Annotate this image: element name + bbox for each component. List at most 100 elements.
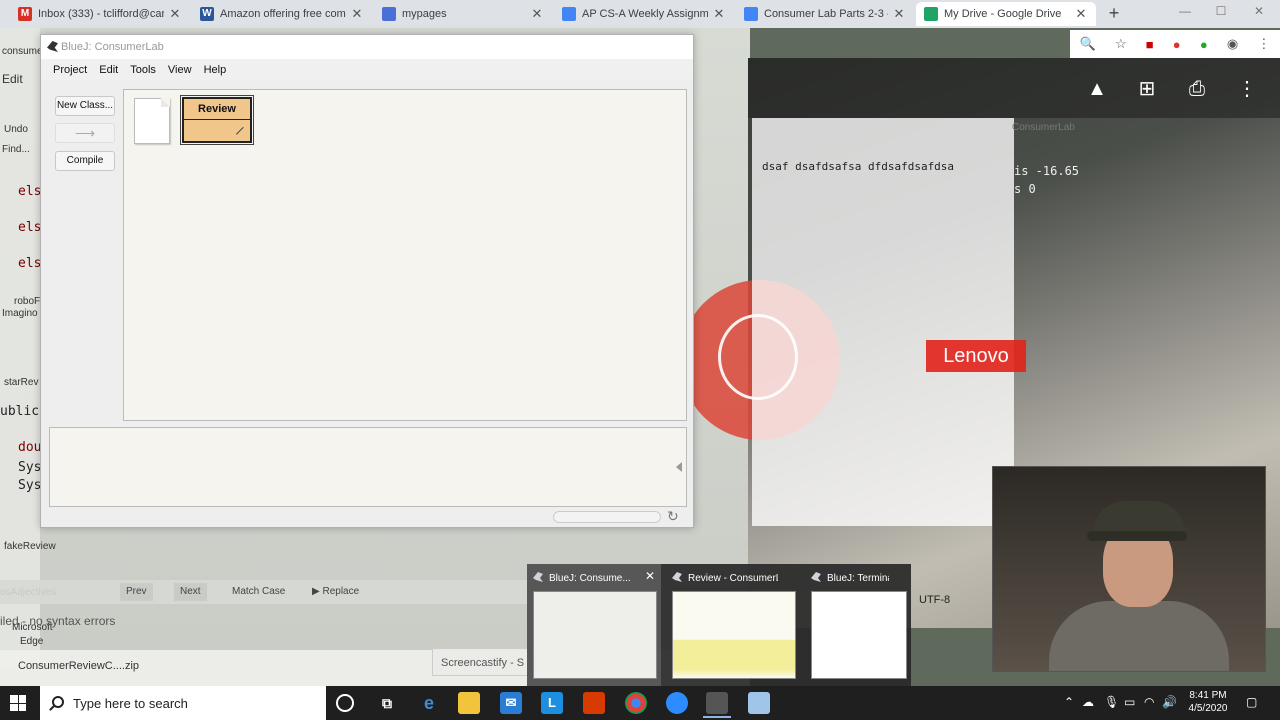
new-tab-button[interactable]: + <box>1104 4 1124 24</box>
bluej-logo-icon <box>533 572 543 582</box>
class-diagram-canvas[interactable]: Review <box>123 89 687 421</box>
volume-icon[interactable]: 🔊 <box>1162 695 1177 709</box>
browser-tab[interactable]: W Amazon offering free compu ✕ <box>192 2 372 26</box>
start-button[interactable] <box>10 695 26 711</box>
more-options-icon[interactable]: ⋮ <box>1235 78 1259 100</box>
terminal-output-line: dsaf dsafdsafsa dfdsafdsafdsa <box>762 160 955 173</box>
preview-review-editor[interactable]: Review - ConsumerLab <box>666 564 800 686</box>
browser-tab[interactable]: AP CS-A Weekly Assignment ✕ <box>554 2 734 26</box>
readme-file-icon[interactable] <box>134 98 170 144</box>
bluej-logo-icon <box>672 572 682 582</box>
preview-title: BlueJ: Consume... <box>549 573 631 584</box>
onedrive-icon[interactable]: ☁ <box>1082 695 1094 709</box>
new-class-button[interactable]: New Class... <box>55 96 115 116</box>
tab-title: Inbox (333) - tclifford@carm <box>38 8 164 20</box>
system-clock[interactable]: 8:41 PM 4/5/2020 <box>1180 689 1236 715</box>
webcam-overlay <box>992 466 1266 672</box>
close-icon[interactable]: ✕ <box>892 6 906 22</box>
browser-tab-active[interactable]: My Drive - Google Drive ✕ <box>916 2 1096 26</box>
terminal-output-line: s 0 <box>1014 182 1036 196</box>
file-explorer-icon[interactable] <box>458 692 480 714</box>
minimize-button[interactable]: — <box>1170 4 1200 22</box>
maximize-button[interactable]: ☐ <box>1206 4 1236 22</box>
class-review[interactable]: Review <box>182 97 252 143</box>
ghost-status-text: iled - no syntax errors <box>0 614 116 628</box>
office-icon[interactable] <box>583 692 605 714</box>
battery-icon[interactable]: ▭ <box>1124 695 1135 709</box>
clock-date: 4/5/2020 <box>1188 703 1228 714</box>
l-app-icon[interactable]: L <box>541 692 563 714</box>
inheritance-arrow-button[interactable]: ⟶ <box>55 123 115 143</box>
ghost-code-line: els <box>18 184 42 199</box>
close-icon[interactable]: ✕ <box>1074 6 1088 22</box>
cortana-icon[interactable] <box>336 694 354 712</box>
show-hidden-icons-icon[interactable]: ⌃ <box>1064 695 1074 709</box>
window-close-button[interactable]: ✕ <box>1244 4 1274 22</box>
bluej-title-bar[interactable]: BlueJ: ConsumerLab <box>41 35 693 59</box>
reset-vm-icon[interactable]: ↻ <box>667 508 679 525</box>
extension-icon[interactable]: ● <box>1173 37 1181 52</box>
bluej-window: BlueJ: ConsumerLab Project Edit Tools Vi… <box>40 34 694 528</box>
screencastify-popup: Screencastify - S <box>432 648 532 676</box>
bluej-side-panel: New Class... ⟶ Compile <box>41 81 123 458</box>
encoding-label: UTF-8 <box>919 594 951 606</box>
extension-icon[interactable]: ■ <box>1146 37 1154 52</box>
ghost-code-line: Sys <box>18 460 42 475</box>
notifications-icon[interactable]: ▢ <box>1246 695 1257 709</box>
compile-button[interactable]: Compile <box>55 151 115 171</box>
menu-edit[interactable]: Edit <box>93 64 124 76</box>
close-icon[interactable]: ✕ <box>168 6 182 22</box>
close-icon[interactable]: ✕ <box>530 6 544 22</box>
zoom-app-icon[interactable] <box>666 692 688 714</box>
microphone-icon[interactable]: 🎙 <box>1104 695 1119 709</box>
menu-icon[interactable]: ⋮ <box>1257 36 1270 52</box>
notepad-icon[interactable] <box>748 692 770 714</box>
bluej-taskbar-icon[interactable] <box>706 692 728 714</box>
menu-help[interactable]: Help <box>198 64 233 76</box>
ghost-icon-label: roboF <box>14 296 41 307</box>
add-comment-icon[interactable]: ⊞ <box>1135 78 1159 100</box>
ghost-icon-label: Edge <box>20 636 44 647</box>
edge-icon[interactable]: e <box>418 692 440 714</box>
collapse-left-icon[interactable] <box>676 462 682 472</box>
ghost-edit-label: Edit <box>2 72 23 86</box>
webcam-person-body <box>1049 601 1229 671</box>
extension-icon[interactable]: ● <box>1200 37 1208 52</box>
preview-bluej-consumerlab[interactable]: BlueJ: Consume... ✕ <box>527 564 661 686</box>
close-icon[interactable]: ✕ <box>712 6 726 22</box>
wifi-icon[interactable]: ◠ <box>1144 695 1154 709</box>
lenovo-logo: Lenovo <box>926 340 1026 372</box>
search-icon <box>52 696 64 708</box>
class-name: Review <box>198 103 236 115</box>
ghost-next-button: Next <box>174 583 207 601</box>
browser-tab[interactable]: Consumer Lab Parts 2-3 - Go ✕ <box>736 2 914 26</box>
tab-title: Consumer Lab Parts 2-3 - Go <box>764 8 888 20</box>
browser-tab[interactable]: M Inbox (333) - tclifford@carm ✕ <box>10 2 190 26</box>
menu-tools[interactable]: Tools <box>124 64 162 76</box>
menu-view[interactable]: View <box>162 64 198 76</box>
close-icon[interactable]: ✕ <box>645 569 655 583</box>
add-to-drive-icon[interactable]: ▲ <box>1085 78 1109 100</box>
terminal-title: ConsumerLab <box>1012 122 1075 133</box>
print-icon[interactable]: ⎙ <box>1185 78 1209 100</box>
resize-corner-icon[interactable] <box>235 126 251 142</box>
ghost-code-line: ublic <box>0 404 40 419</box>
bluej-menu-bar: Project Edit Tools View Help <box>41 59 693 81</box>
close-icon[interactable]: ✕ <box>350 6 364 22</box>
ghost-icon-label: Imagino <box>2 308 38 319</box>
task-view-icon[interactable]: ⧉ <box>376 692 398 714</box>
bluej-codepad[interactable] <box>49 427 687 507</box>
mail-icon[interactable]: ✉ <box>500 692 522 714</box>
download-item[interactable]: ConsumerReviewC....zip <box>18 660 139 672</box>
zoom-icon[interactable]: 🔍 <box>1080 36 1096 52</box>
profile-avatar-icon[interactable]: ◉ <box>1227 36 1238 52</box>
ghost-code-line: Sys <box>18 478 42 493</box>
preview-bluej-terminal[interactable]: BlueJ: Terminal ... <box>805 564 911 686</box>
tab-title: mypages <box>402 8 447 20</box>
bookmark-star-icon[interactable]: ☆ <box>1115 36 1127 52</box>
browser-tab[interactable]: mypages ✕ <box>374 2 552 26</box>
chrome-icon[interactable] <box>625 692 647 714</box>
ghost-prev-button: Prev <box>120 583 153 601</box>
menu-project[interactable]: Project <box>47 64 93 76</box>
terminal-output-line: is -16.65 <box>1014 164 1080 178</box>
